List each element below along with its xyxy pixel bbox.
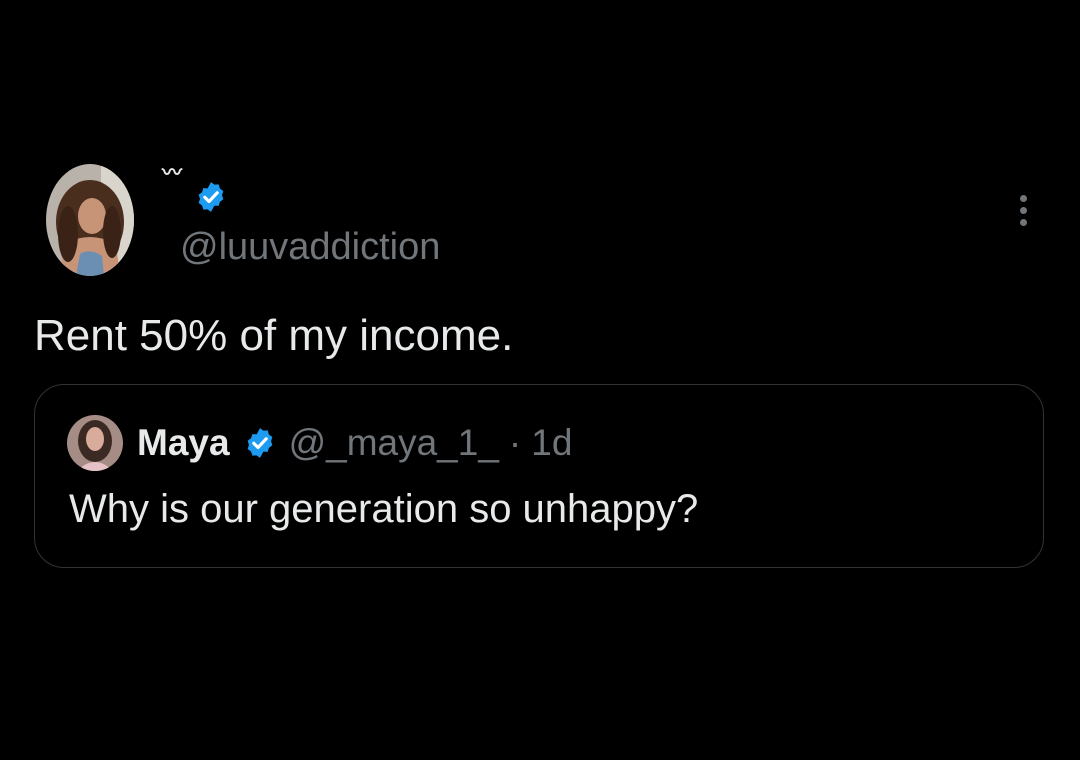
quoted-tweet-card[interactable]: Maya @_maya_1_ · 1d Why is our generatio… bbox=[34, 384, 1044, 568]
verified-badge-icon bbox=[243, 426, 277, 460]
quoted-author-avatar[interactable] bbox=[67, 415, 123, 471]
more-dot bbox=[1019, 194, 1027, 202]
tweet: 〰 @luuvaddiction Rent 50% of my income. bbox=[0, 0, 1080, 760]
verified-badge-icon bbox=[194, 180, 228, 214]
tweet-text: Rent 50% of my income. bbox=[34, 311, 514, 360]
quoted-tweet-header: Maya @_maya_1_ · 1d bbox=[67, 413, 572, 473]
more-options-icon[interactable] bbox=[1008, 188, 1038, 232]
author-avatar[interactable] bbox=[46, 164, 134, 276]
separator-dot: · bbox=[508, 422, 522, 463]
author-display-name[interactable]: 〰 bbox=[162, 163, 182, 183]
more-dot bbox=[1019, 218, 1027, 226]
quoted-timestamp[interactable]: 1d bbox=[531, 422, 572, 464]
author-handle[interactable]: @luuvaddiction bbox=[180, 222, 440, 272]
quoted-tweet-text: Why is our generation so unhappy? bbox=[69, 487, 699, 531]
author-name-row: 〰 bbox=[162, 163, 228, 216]
quoted-author-handle[interactable]: @_maya_1_ bbox=[289, 422, 499, 464]
more-dot bbox=[1019, 206, 1027, 214]
quoted-author-name[interactable]: Maya bbox=[137, 422, 230, 464]
